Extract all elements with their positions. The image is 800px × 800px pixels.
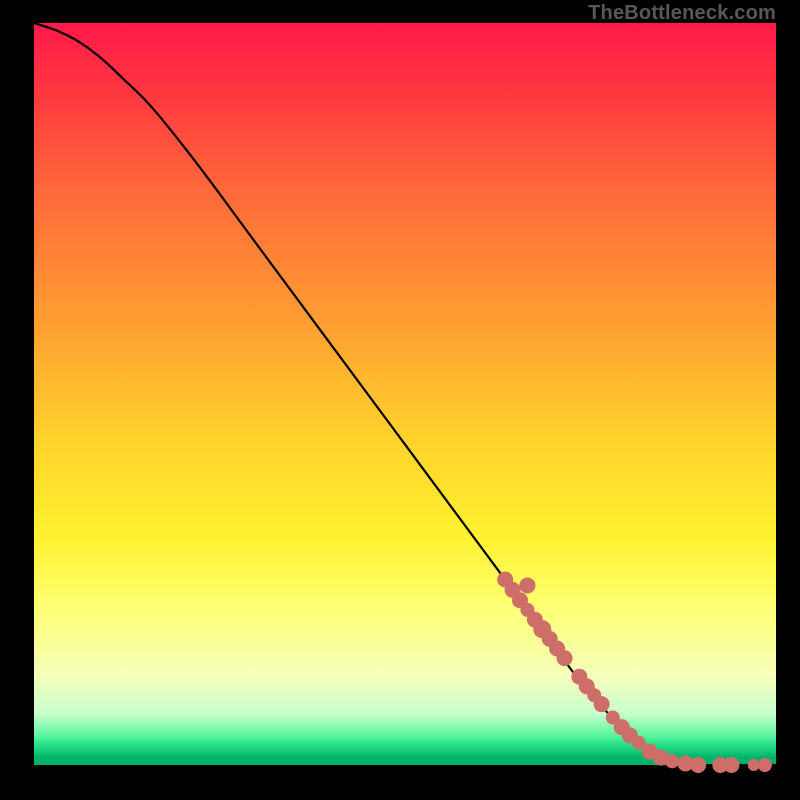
scatter-point: [690, 757, 706, 773]
watermark-text: TheBottleneck.com: [588, 2, 776, 25]
scatter-point: [758, 758, 772, 772]
plot-area: [34, 23, 776, 765]
scatter-point: [723, 757, 739, 773]
chart-svg: [34, 23, 776, 765]
scatter-point: [594, 696, 610, 712]
scatter-point: [665, 754, 679, 768]
scatter-point: [557, 650, 573, 666]
chart-stage: TheBottleneck.com: [0, 0, 800, 800]
bottleneck-curve: [34, 23, 776, 766]
scatter-point: [519, 577, 535, 593]
scatter-points: [497, 572, 772, 774]
